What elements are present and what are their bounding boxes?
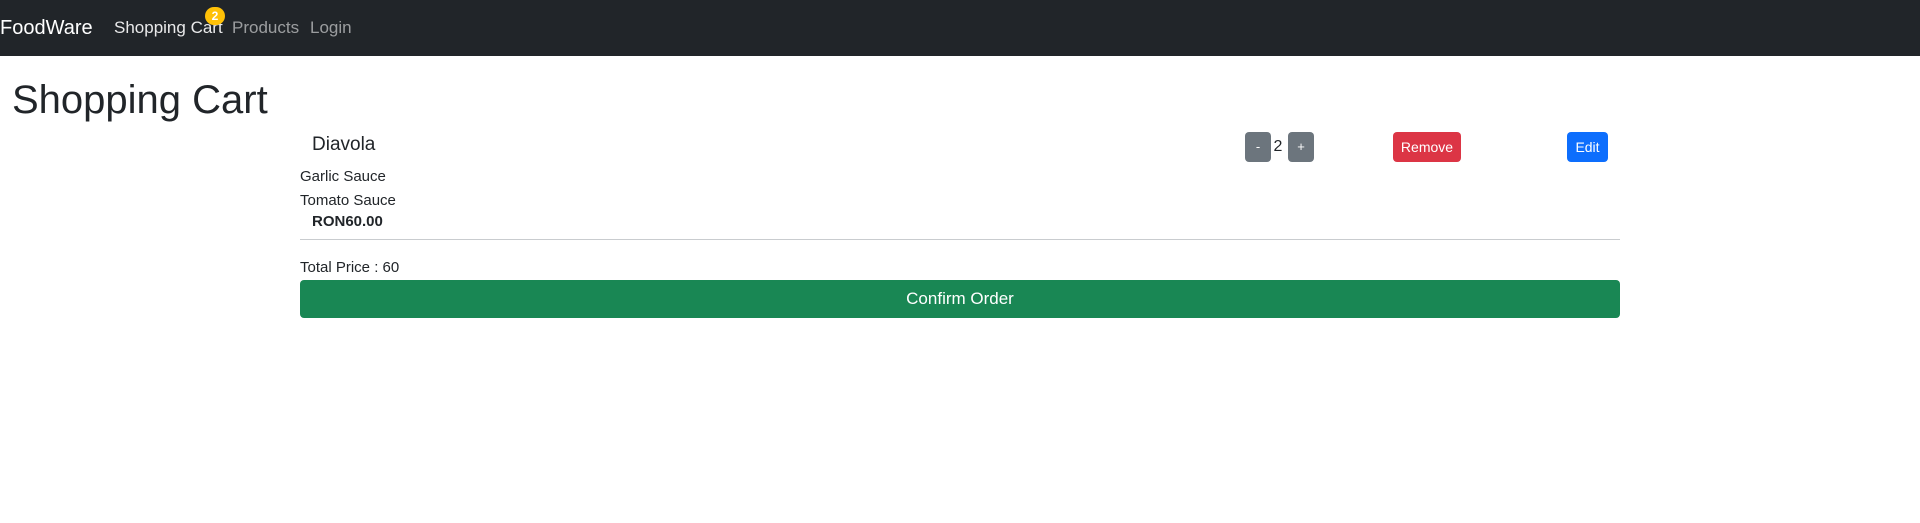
- item-quantity: 2: [1273, 138, 1283, 155]
- item-price: RON60.00: [312, 213, 383, 230]
- divider: [300, 239, 1620, 240]
- total-price: Total Price : 60: [300, 259, 400, 276]
- nav-link-login[interactable]: Login: [310, 18, 352, 38]
- edit-item-button[interactable]: Edit: [1567, 132, 1608, 162]
- item-option: Garlic Sauce: [300, 168, 386, 185]
- page-title: Shopping Cart: [12, 78, 268, 122]
- cart-count-badge: 2: [205, 7, 225, 25]
- nav-link-products[interactable]: Products: [232, 18, 299, 38]
- item-name: Diavola: [312, 134, 376, 155]
- brand-logo[interactable]: FoodWare: [0, 16, 93, 40]
- navbar: FoodWare Shopping Cart 2 Products Login: [0, 0, 1920, 56]
- confirm-order-button[interactable]: Confirm Order: [300, 280, 1620, 318]
- remove-item-button[interactable]: Remove: [1393, 132, 1461, 162]
- increment-quantity-button[interactable]: +: [1288, 132, 1314, 162]
- item-option: Tomato Sauce: [300, 192, 396, 209]
